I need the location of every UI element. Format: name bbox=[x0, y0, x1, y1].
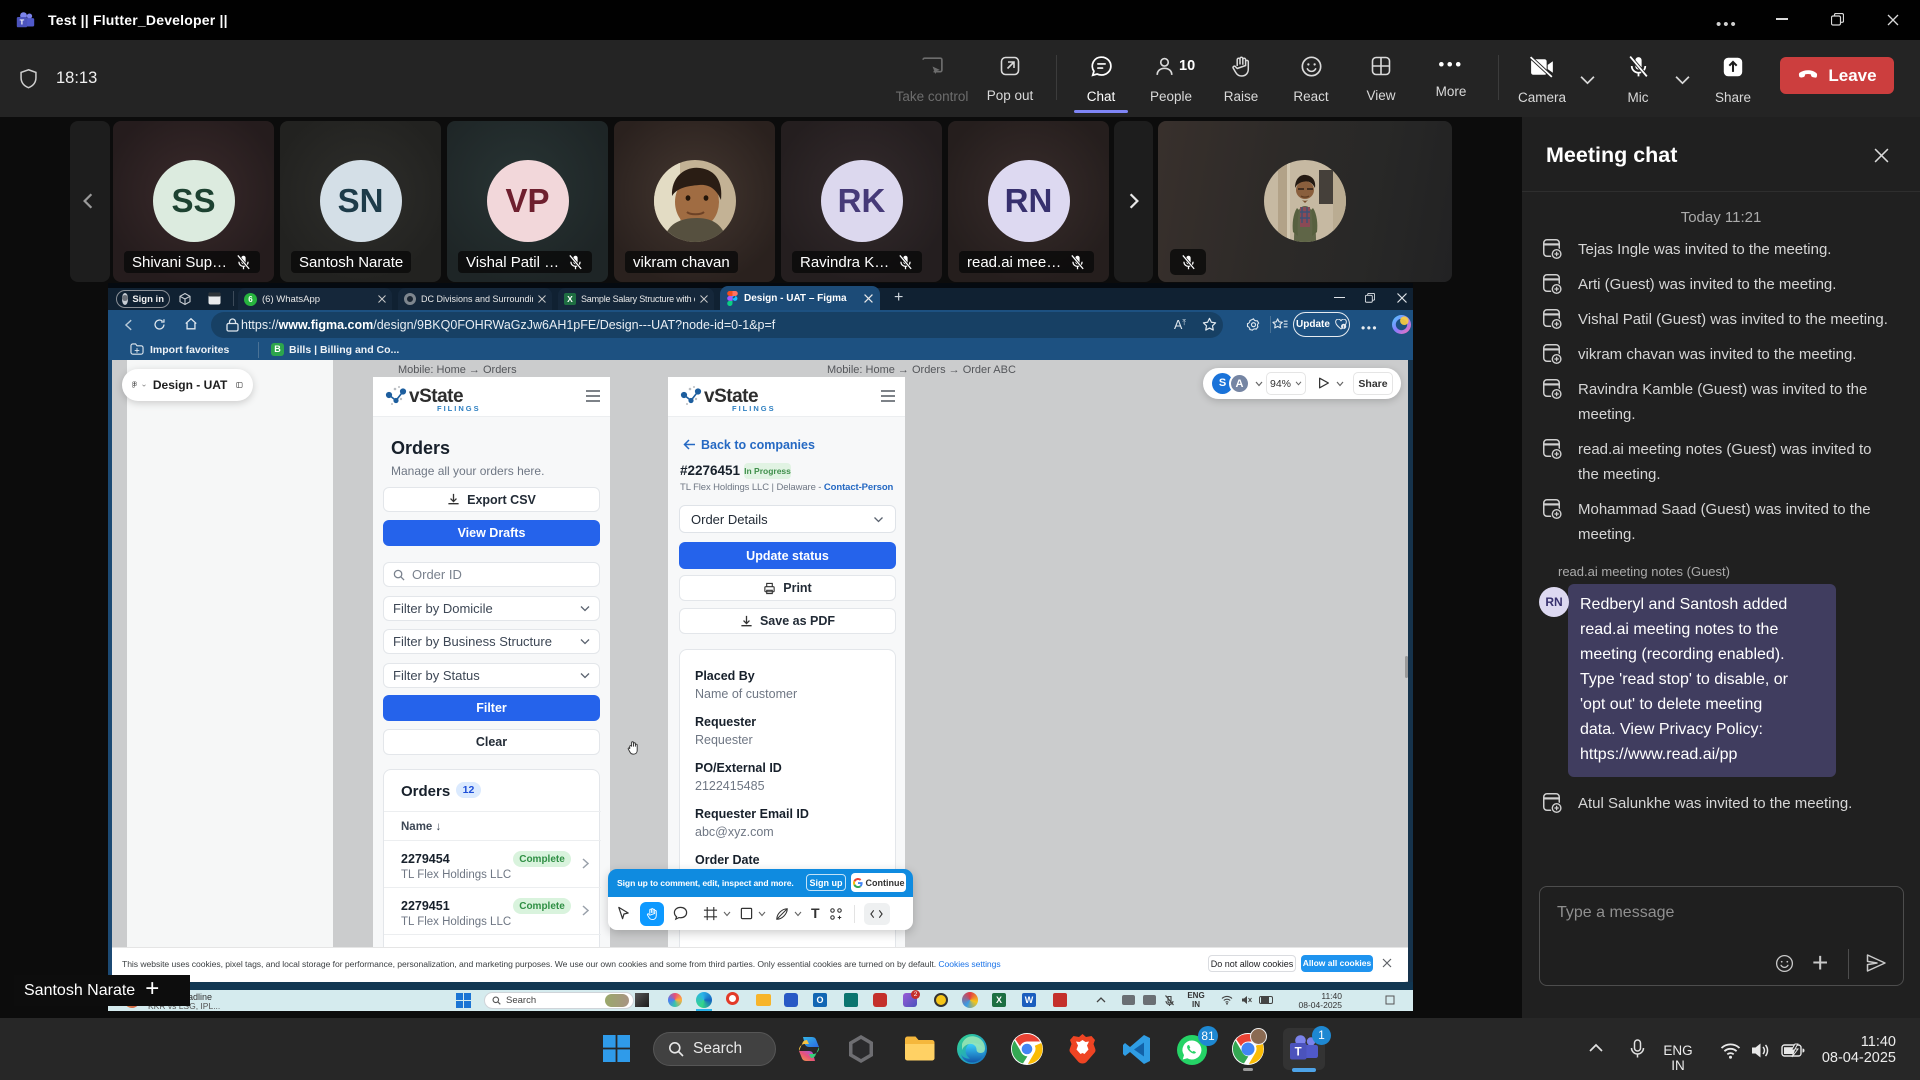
svg-text:T: T bbox=[20, 18, 25, 27]
svg-text:T: T bbox=[1295, 1046, 1302, 1058]
